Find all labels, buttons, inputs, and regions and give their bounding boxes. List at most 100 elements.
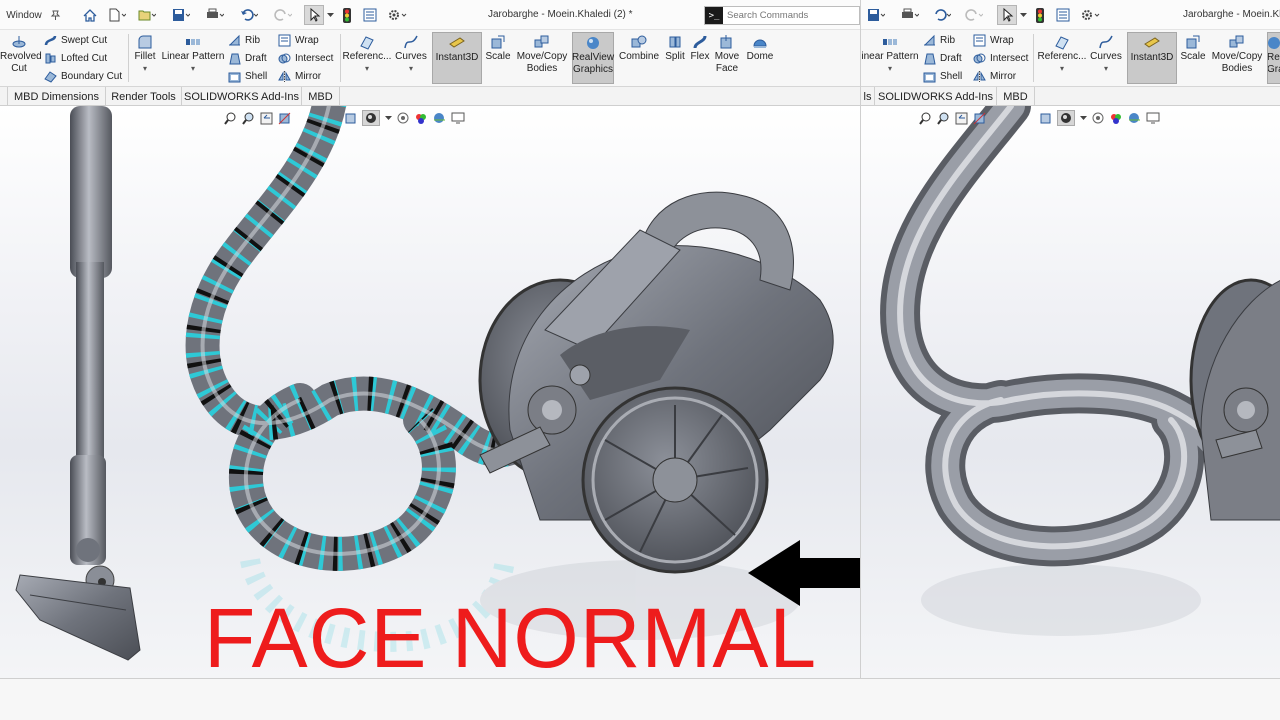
chevron-down-icon[interactable]: ▾	[365, 63, 369, 75]
tab-render-tools[interactable]: Render Tools	[106, 87, 182, 106]
scale-button[interactable]: Scale	[1180, 32, 1206, 84]
chevron-down-icon[interactable]	[326, 5, 334, 25]
gear-icon[interactable]	[1079, 5, 1101, 25]
redo-icon[interactable]	[963, 5, 985, 25]
tab-mbd[interactable]: MBD	[997, 87, 1035, 106]
swept-cut-button[interactable]: Swept Cut	[44, 32, 107, 49]
tab-render-tools-fragment[interactable]: ls	[861, 87, 875, 106]
window-menu[interactable]: Window	[4, 5, 44, 25]
graphics-area[interactable]: FACE NORMAL	[0, 106, 860, 678]
open-folder-icon[interactable]	[136, 5, 158, 25]
search-commands-field[interactable]: >_ Search Commands	[704, 6, 860, 25]
apply-scene-icon[interactable]	[433, 112, 446, 125]
tab-mbd-dimensions[interactable]: MBD Dimensions	[8, 87, 106, 106]
tab-fragment[interactable]	[0, 87, 8, 106]
shell-button[interactable]: Shell	[228, 68, 267, 85]
linear-pattern-button[interactable]: inear Pattern ▾	[861, 32, 919, 84]
home-icon[interactable]	[82, 5, 98, 25]
gear-icon[interactable]	[386, 5, 408, 25]
print-icon[interactable]	[204, 5, 226, 25]
zoom-to-area-icon[interactable]	[242, 112, 255, 125]
mirror-button[interactable]: Mirror	[278, 68, 321, 85]
draft-button[interactable]: Draft	[228, 50, 267, 67]
scale-button[interactable]: Scale	[485, 32, 511, 84]
chevron-down-icon[interactable]	[1080, 115, 1087, 121]
redo-icon[interactable]	[272, 5, 294, 25]
edit-appearance-icon[interactable]	[1110, 112, 1123, 125]
section-view-icon[interactable]	[278, 112, 291, 125]
hide-show-items-icon[interactable]	[1092, 112, 1105, 125]
view-orientation-icon[interactable]	[1039, 112, 1052, 125]
split-button[interactable]: Split	[664, 32, 686, 84]
previous-view-icon[interactable]	[260, 112, 273, 125]
flex-button[interactable]: Flex	[688, 32, 712, 84]
lofted-cut-button[interactable]: Lofted Cut	[44, 50, 107, 67]
rib-button[interactable]: Rib	[228, 32, 260, 49]
view-orientation-icon[interactable]	[344, 112, 357, 125]
edit-appearance-icon[interactable]	[415, 112, 428, 125]
view-settings-icon[interactable]	[1146, 112, 1160, 125]
file-properties-icon[interactable]	[362, 5, 378, 25]
wrap-button[interactable]: Wrap	[973, 32, 1014, 49]
print-icon[interactable]	[899, 5, 921, 25]
zoom-to-area-icon[interactable]	[937, 112, 950, 125]
mirror-button[interactable]: Mirror	[973, 68, 1016, 85]
revolved-cut-button[interactable]: Revolved Cut	[0, 32, 42, 84]
curves-button[interactable]: Curves ▾	[1089, 32, 1123, 84]
chevron-down-icon[interactable]	[385, 115, 392, 121]
move-copy-bodies-button[interactable]: Move/Copy Bodies	[514, 32, 570, 84]
section-view-icon[interactable]	[973, 112, 986, 125]
chevron-down-icon[interactable]: ▾	[143, 63, 147, 75]
display-style-button[interactable]	[362, 110, 380, 126]
realview-graphics-button[interactable]: RealView Graphics	[572, 32, 614, 84]
fillet-button[interactable]: Fillet ▾	[132, 32, 158, 84]
chevron-down-icon[interactable]: ▾	[1060, 63, 1064, 75]
chevron-down-icon[interactable]: ▾	[191, 63, 195, 75]
move-copy-bodies-button[interactable]: Move/Copy Bodies	[1209, 32, 1265, 84]
chevron-down-icon[interactable]: ▾	[1104, 63, 1108, 75]
new-document-icon[interactable]	[106, 5, 128, 25]
wrap-button[interactable]: Wrap	[278, 32, 319, 49]
shell-button[interactable]: Shell	[923, 68, 962, 85]
move-face-button[interactable]: Move Face	[712, 32, 742, 84]
select-button[interactable]	[997, 5, 1017, 25]
linear-pattern-button[interactable]: Linear Pattern ▾	[160, 32, 226, 84]
tab-solidworks-add-ins[interactable]: SOLIDWORKS Add-Ins	[875, 87, 997, 106]
intersect-button[interactable]: Intersect	[973, 50, 1028, 67]
boundary-cut-button[interactable]: Boundary Cut	[44, 68, 122, 85]
curves-button[interactable]: Curves ▾	[394, 32, 428, 84]
display-style-button[interactable]	[1057, 110, 1075, 126]
reference-geometry-button[interactable]: Referenc... ▾	[343, 32, 391, 84]
undo-icon[interactable]	[238, 5, 260, 25]
traffic-light-icon[interactable]	[340, 5, 354, 25]
heads-up-view-toolbar	[224, 110, 291, 126]
zoom-to-fit-icon[interactable]	[224, 112, 237, 125]
rib-button[interactable]: Rib	[923, 32, 955, 49]
chevron-down-icon[interactable]: ▾	[409, 63, 413, 75]
realview-graphics-button[interactable]: Rea Gra	[1267, 32, 1280, 84]
undo-icon[interactable]	[931, 5, 953, 25]
hide-show-items-icon[interactable]	[397, 112, 410, 125]
chevron-down-icon[interactable]	[1019, 5, 1027, 25]
pin-icon[interactable]	[48, 5, 62, 25]
save-icon[interactable]	[170, 5, 192, 25]
graphics-area[interactable]	[861, 106, 1280, 678]
tab-solidworks-add-ins[interactable]: SOLIDWORKS Add-Ins	[182, 87, 302, 106]
traffic-light-icon[interactable]	[1033, 5, 1047, 25]
apply-scene-icon[interactable]	[1128, 112, 1141, 125]
reference-geometry-button[interactable]: Referenc... ▾	[1038, 32, 1086, 84]
instant3d-button[interactable]: Instant3D	[432, 32, 482, 84]
zoom-to-fit-icon[interactable]	[919, 112, 932, 125]
instant3d-button[interactable]: Instant3D	[1127, 32, 1177, 84]
chevron-down-icon[interactable]: ▾	[888, 63, 892, 75]
save-icon[interactable]	[865, 5, 887, 25]
combine-button[interactable]: Combine	[618, 32, 660, 84]
dome-button[interactable]: Dome	[744, 32, 776, 84]
previous-view-icon[interactable]	[955, 112, 968, 125]
file-properties-icon[interactable]	[1055, 5, 1071, 25]
select-button[interactable]	[304, 5, 324, 25]
tab-mbd[interactable]: MBD	[302, 87, 340, 106]
draft-button[interactable]: Draft	[923, 50, 962, 67]
view-settings-icon[interactable]	[451, 112, 465, 125]
intersect-button[interactable]: Intersect	[278, 50, 333, 67]
